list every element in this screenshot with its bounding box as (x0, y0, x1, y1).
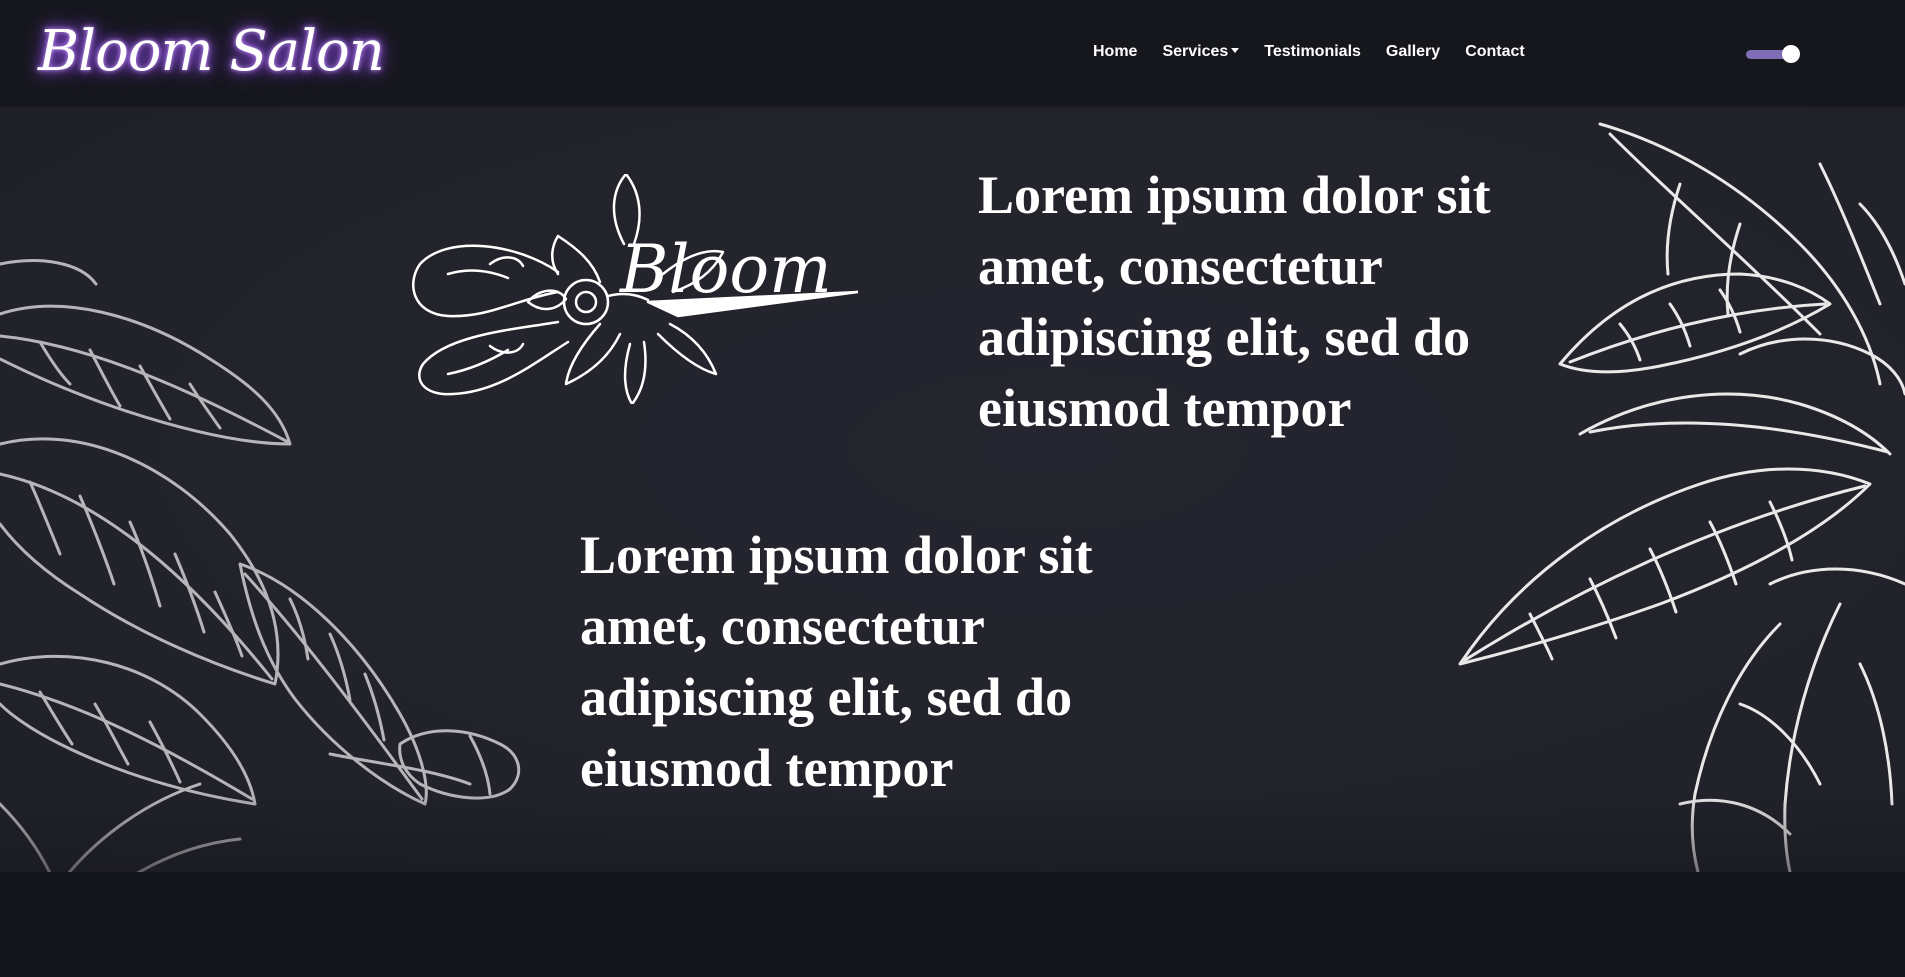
hero-section: Bloom Lorem ipsum dolor sit amet, consec… (0, 104, 1905, 872)
nav-link-label: Gallery (1385, 43, 1441, 60)
caret-down-icon (1231, 47, 1240, 53)
nav-link-services[interactable]: Services (1162, 40, 1240, 64)
nav-link-label: Services (1162, 43, 1229, 60)
nav-link-home[interactable]: Home (1093, 40, 1137, 64)
nav-menu: Home Services Testimonials Gallery Conta… (1093, 40, 1525, 64)
brand-logo[interactable]: Bloom Salon (38, 8, 385, 96)
scissors-flower-emblem-icon: Bloom (412, 174, 858, 404)
nav-link-gallery[interactable]: Gallery (1386, 40, 1440, 64)
nav-link-label: Testimonials (1264, 43, 1361, 60)
theme-toggle[interactable] (1744, 45, 1802, 63)
toggle-knob (1782, 45, 1800, 63)
page: Bloom Salon Home Services Testimonials G… (0, 0, 1905, 977)
nav-link-label: Home (1093, 43, 1138, 60)
navbar: Bloom Salon Home Services Testimonials G… (0, 0, 1905, 104)
logo-wordmark: Bloom (619, 231, 832, 308)
nav-link-contact[interactable]: Contact (1465, 40, 1525, 64)
nav-link-label: Contact (1465, 43, 1525, 60)
hero-headline-primary: Lorem ipsum dolor sit amet, consectetur … (978, 165, 1491, 438)
hero-headline-secondary: Lorem ipsum dolor sit amet, consectetur … (580, 525, 1093, 798)
bottom-band (0, 872, 1905, 977)
nav-link-testimonials[interactable]: Testimonials (1264, 40, 1361, 64)
